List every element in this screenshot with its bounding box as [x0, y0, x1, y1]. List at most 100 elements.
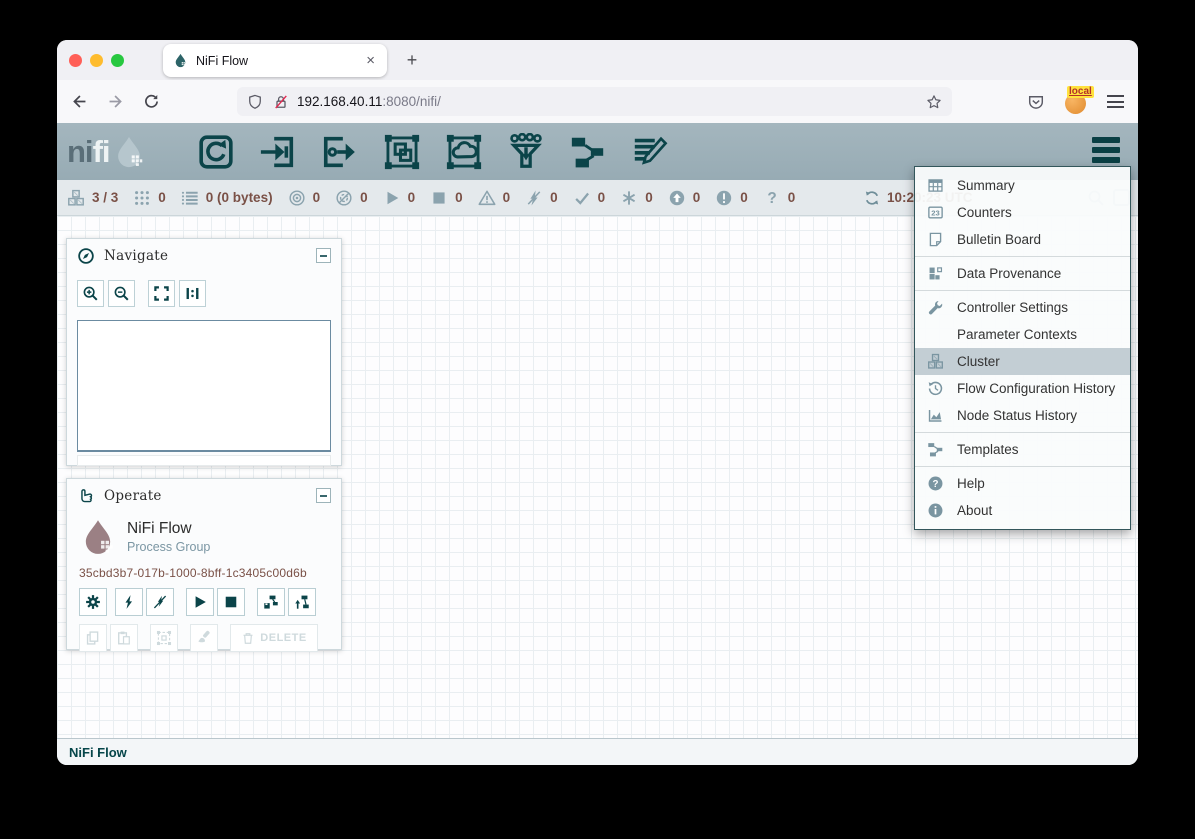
reload-button[interactable] — [137, 88, 165, 116]
stop-button[interactable] — [217, 588, 245, 616]
running-components-count: 0 — [408, 190, 416, 205]
forward-button[interactable] — [101, 88, 129, 116]
navigate-collapse-button[interactable] — [316, 248, 331, 263]
status-running-components: 0 — [383, 189, 416, 207]
insecure-lock-icon[interactable] — [273, 94, 289, 110]
hand-icon — [77, 487, 95, 505]
upload-template-button[interactable] — [288, 588, 316, 616]
copy-button[interactable] — [79, 624, 107, 652]
birdseye-view[interactable] — [77, 320, 331, 452]
url-bar[interactable]: 192.168.40.11:8080/nifi/ — [237, 87, 952, 116]
component-input-port[interactable] — [259, 133, 297, 171]
bulletin-board-icon — [927, 231, 944, 248]
invalid-components-count: 0 — [503, 190, 511, 205]
paste-icon — [116, 630, 132, 646]
operate-collapse-button[interactable] — [316, 488, 331, 503]
compass-icon — [77, 247, 95, 265]
status-locally-modified-versioned: 0 — [620, 189, 653, 207]
locally-modified-stale-icon — [715, 189, 733, 207]
menu-item-parameter-contexts[interactable]: Parameter Contexts — [915, 321, 1130, 348]
locally-modified-versioned-count: 0 — [645, 190, 653, 205]
browser-menu-button[interactable] — [1107, 95, 1124, 108]
menu-item-summary[interactable]: Summary — [915, 172, 1130, 199]
selected-flow-id: 35cbd3b7-017b-1000-8bff-1c3405c00d6b — [79, 566, 329, 580]
transmitting-icon — [288, 189, 306, 207]
menu-item-bulletin-board[interactable]: Bulletin Board — [915, 226, 1130, 253]
operate-header: Operate — [67, 479, 341, 512]
disabled-components-count: 0 — [550, 190, 558, 205]
delete-button[interactable]: DELETE — [230, 624, 318, 652]
wrench-icon — [927, 299, 944, 316]
profile-button[interactable]: local — [1065, 90, 1089, 114]
status-not-transmitting-remote-process-groups: 0 — [335, 189, 368, 207]
component-process-group[interactable] — [383, 133, 421, 171]
label-icon — [631, 133, 669, 171]
svg-text:?: ? — [933, 479, 939, 490]
close-window-button[interactable] — [69, 54, 82, 67]
url-path: :8080/nifi/ — [382, 94, 441, 109]
menu-item-templates[interactable]: Templates — [915, 436, 1130, 463]
zoom-fit-button[interactable] — [148, 280, 175, 307]
status-stale-versioned: 0 — [668, 189, 701, 207]
fit-icon — [153, 285, 170, 302]
zoom-in-button[interactable] — [77, 280, 104, 307]
menu-label-counters: Counters — [957, 205, 1012, 220]
start-button[interactable] — [186, 588, 214, 616]
component-template[interactable] — [569, 133, 607, 171]
stopped-icon — [430, 189, 448, 207]
funnel-icon — [507, 133, 545, 171]
menu-item-node-status-history[interactable]: Node Status History — [915, 402, 1130, 429]
change-color-button[interactable] — [190, 624, 218, 652]
global-menu-button[interactable] — [1092, 137, 1120, 163]
help-icon: ? — [927, 475, 944, 492]
cluster-icon — [67, 189, 85, 207]
component-output-port[interactable] — [321, 133, 359, 171]
status-sync-failure-versioned: ?0 — [763, 189, 796, 207]
menu-item-help[interactable]: ?Help — [915, 470, 1130, 497]
process-group-drop-icon — [79, 516, 117, 558]
new-tab-button[interactable]: + — [399, 48, 425, 74]
component-remote-process-group[interactable] — [445, 133, 483, 171]
menu-item-about[interactable]: About — [915, 497, 1130, 524]
locally-modified-icon — [620, 189, 638, 207]
global-menu: Summary23CountersBulletin Board Data Prov… — [914, 166, 1131, 530]
tab-close-icon[interactable]: × — [364, 52, 377, 69]
status-connected-nodes: 3 / 3 — [67, 189, 118, 207]
minimize-window-button[interactable] — [90, 54, 103, 67]
pocket-icon[interactable] — [1027, 93, 1045, 111]
menu-item-cluster[interactable]: Cluster — [915, 348, 1130, 375]
configuration-button[interactable] — [79, 588, 107, 616]
delete-label: DELETE — [260, 632, 306, 644]
zoom-out-button[interactable] — [108, 280, 135, 307]
enable-button[interactable] — [115, 588, 143, 616]
component-funnel[interactable] — [507, 133, 545, 171]
nifi-drop-icon — [112, 133, 146, 171]
browser-tab[interactable]: NiFi Flow × — [163, 44, 387, 77]
paste-button[interactable] — [110, 624, 138, 652]
navigate-title: Navigate — [104, 248, 316, 264]
status-active-threads: 0 — [133, 189, 166, 207]
process-group-icon — [383, 133, 421, 171]
refresh-icon[interactable] — [863, 189, 881, 207]
menu-item-controller-settings[interactable]: Controller Settings — [915, 294, 1130, 321]
menu-item-data-provenance[interactable]: Data Provenance — [915, 260, 1130, 287]
maximize-window-button[interactable] — [111, 54, 124, 67]
sync-failure-versioned-count: 0 — [788, 190, 796, 205]
breadcrumb-root[interactable]: NiFi Flow — [69, 745, 127, 760]
component-processor[interactable] — [197, 133, 235, 171]
input-port-icon — [259, 133, 297, 171]
about-icon — [927, 502, 944, 519]
selected-component: NiFi Flow Process Group — [79, 516, 329, 558]
group-button[interactable] — [150, 624, 178, 652]
create-template-button[interactable] — [257, 588, 285, 616]
operate-palette: Operate NiFi Flow Process Group 35cbd3b7… — [66, 478, 342, 650]
back-button[interactable] — [65, 88, 93, 116]
bookmark-star-icon[interactable] — [926, 94, 942, 110]
component-label[interactable] — [631, 133, 669, 171]
shield-icon[interactable] — [247, 94, 263, 110]
browser-navbar: 192.168.40.11:8080/nifi/ local — [57, 80, 1138, 123]
disable-button[interactable] — [146, 588, 174, 616]
menu-item-flow-configuration-history[interactable]: Flow Configuration History — [915, 375, 1130, 402]
zoom-actual-button[interactable] — [179, 280, 206, 307]
menu-item-counters[interactable]: 23Counters — [915, 199, 1130, 226]
